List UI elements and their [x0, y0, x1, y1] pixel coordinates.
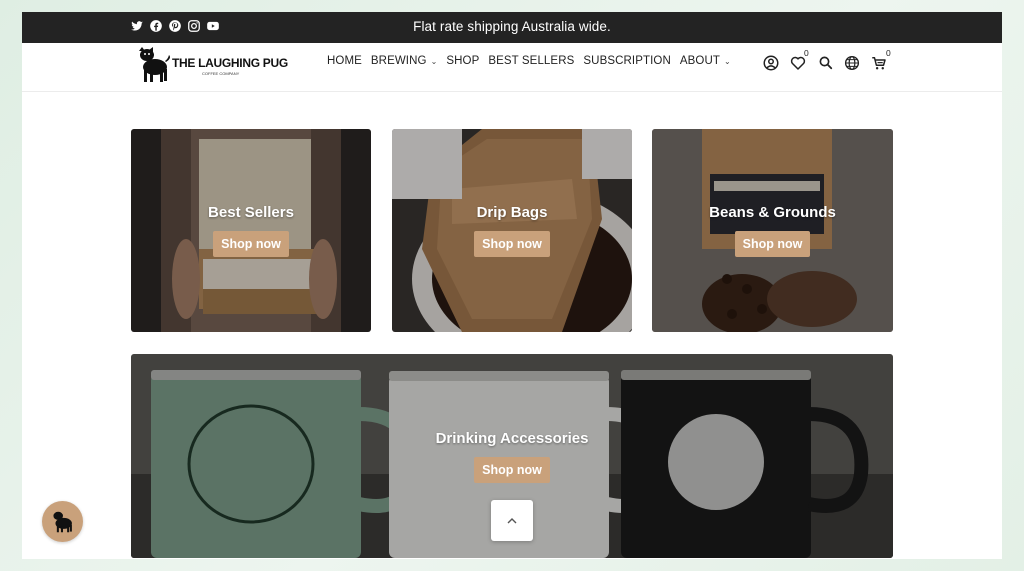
- tile-title: Drip Bags: [476, 204, 548, 221]
- logo-text: THE LAUGHING PUG: [172, 56, 288, 70]
- chevron-up-icon: [507, 517, 517, 523]
- nav-brewing[interactable]: BREWING ⌄: [371, 55, 437, 67]
- collection-tile-drip-bags[interactable]: Drip Bags Shop now: [392, 129, 632, 332]
- nav-about[interactable]: ABOUT ⌄: [680, 55, 731, 67]
- announcement-text: Flat rate shipping Australia wide.: [413, 19, 611, 34]
- account-icon[interactable]: [762, 54, 780, 72]
- globe-icon[interactable]: [843, 54, 861, 72]
- site-header: THE LAUGHING PUG COFFEE COMPANY HOME BRE…: [22, 43, 1002, 92]
- collection-tile-best-sellers[interactable]: Best Sellers Shop now: [131, 129, 371, 332]
- scroll-to-top-button[interactable]: [491, 500, 533, 541]
- nav-best-sellers-label: BEST SELLERS: [488, 55, 575, 67]
- nav-shop-label: SHOP: [446, 55, 480, 67]
- pug-logo-icon: [139, 47, 170, 82]
- nav-subscription[interactable]: SUBSCRIPTION: [583, 55, 670, 67]
- pug-icon: [52, 511, 72, 532]
- search-icon[interactable]: [817, 54, 835, 72]
- shop-now-button[interactable]: Shop now: [474, 231, 550, 257]
- tile-title: Drinking Accessories: [435, 429, 589, 447]
- chevron-down-icon: ⌄: [430, 56, 438, 66]
- nav-shop[interactable]: SHOP: [446, 55, 479, 67]
- shop-now-button[interactable]: Shop now: [734, 231, 811, 257]
- tile-title: Beans & Grounds: [709, 204, 836, 221]
- page: Flat rate shipping Australia wide. THE L…: [22, 12, 1002, 559]
- nav-subscription-label: SUBSCRIPTION: [583, 55, 671, 67]
- main-nav: HOME BREWING ⌄ SHOP BEST SELLERS SUBSCRIP…: [327, 55, 740, 67]
- shop-now-button[interactable]: Shop now: [474, 456, 550, 483]
- pug-widget-button[interactable]: [42, 501, 83, 542]
- tile-title: Best Sellers: [208, 204, 294, 221]
- shop-now-button[interactable]: Shop now: [213, 231, 289, 257]
- nav-home[interactable]: HOME: [327, 55, 362, 67]
- nav-best-sellers[interactable]: BEST SELLERS: [488, 55, 574, 67]
- nav-about-label: ABOUT: [679, 55, 720, 67]
- collection-tile-beans-grounds[interactable]: Beans & Grounds Shop now: [652, 129, 893, 332]
- cart-count: 0: [886, 48, 891, 58]
- chevron-down-icon: ⌄: [723, 56, 731, 66]
- logo-subtext: COFFEE COMPANY: [202, 71, 240, 76]
- announcement-bar: Flat rate shipping Australia wide.: [22, 12, 1002, 43]
- wishlist-count: 0: [804, 48, 809, 58]
- site-logo[interactable]: THE LAUGHING PUG COFFEE COMPANY: [136, 46, 288, 84]
- nav-brewing-label: BREWING: [370, 55, 427, 67]
- nav-home-label: HOME: [327, 55, 362, 67]
- header-actions: 0 0: [762, 48, 902, 76]
